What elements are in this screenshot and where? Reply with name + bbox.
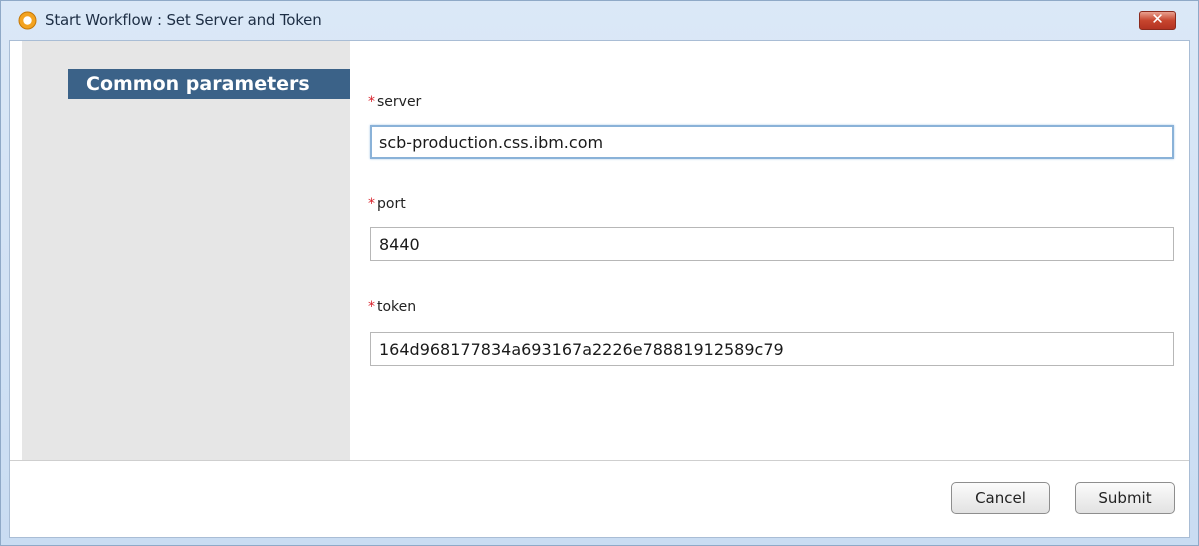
port-input[interactable] [370, 227, 1174, 261]
close-button[interactable]: ✕ [1139, 10, 1176, 30]
required-marker: * [368, 196, 375, 212]
port-label: * port [368, 196, 406, 212]
token-label: * token [368, 299, 416, 315]
sidebar: Common parameters [22, 41, 350, 461]
token-input[interactable] [370, 332, 1174, 366]
title-bar[interactable]: Start Workflow : Set Server and Token ✕ [1, 1, 1188, 39]
server-input[interactable] [370, 125, 1174, 159]
server-label: * server [368, 94, 421, 110]
footer-divider [10, 460, 1189, 461]
dialog-body: Common parameters *server *port *token C… [9, 40, 1190, 538]
window-title: Start Workflow : Set Server and Token [45, 11, 322, 29]
required-marker: * [368, 94, 375, 110]
port-label-text: port [377, 196, 406, 212]
sidebar-header-common-parameters[interactable]: Common parameters [68, 69, 350, 99]
required-marker: * [368, 299, 375, 315]
cancel-button[interactable]: Cancel [951, 482, 1050, 514]
dialog-window: Start Workflow : Set Server and Token ✕ … [0, 0, 1199, 546]
token-label-text: token [377, 299, 417, 315]
submit-button[interactable]: Submit [1075, 482, 1175, 514]
app-icon [18, 11, 37, 30]
close-icon: ✕ [1151, 10, 1164, 28]
server-label-text: server [377, 94, 422, 110]
